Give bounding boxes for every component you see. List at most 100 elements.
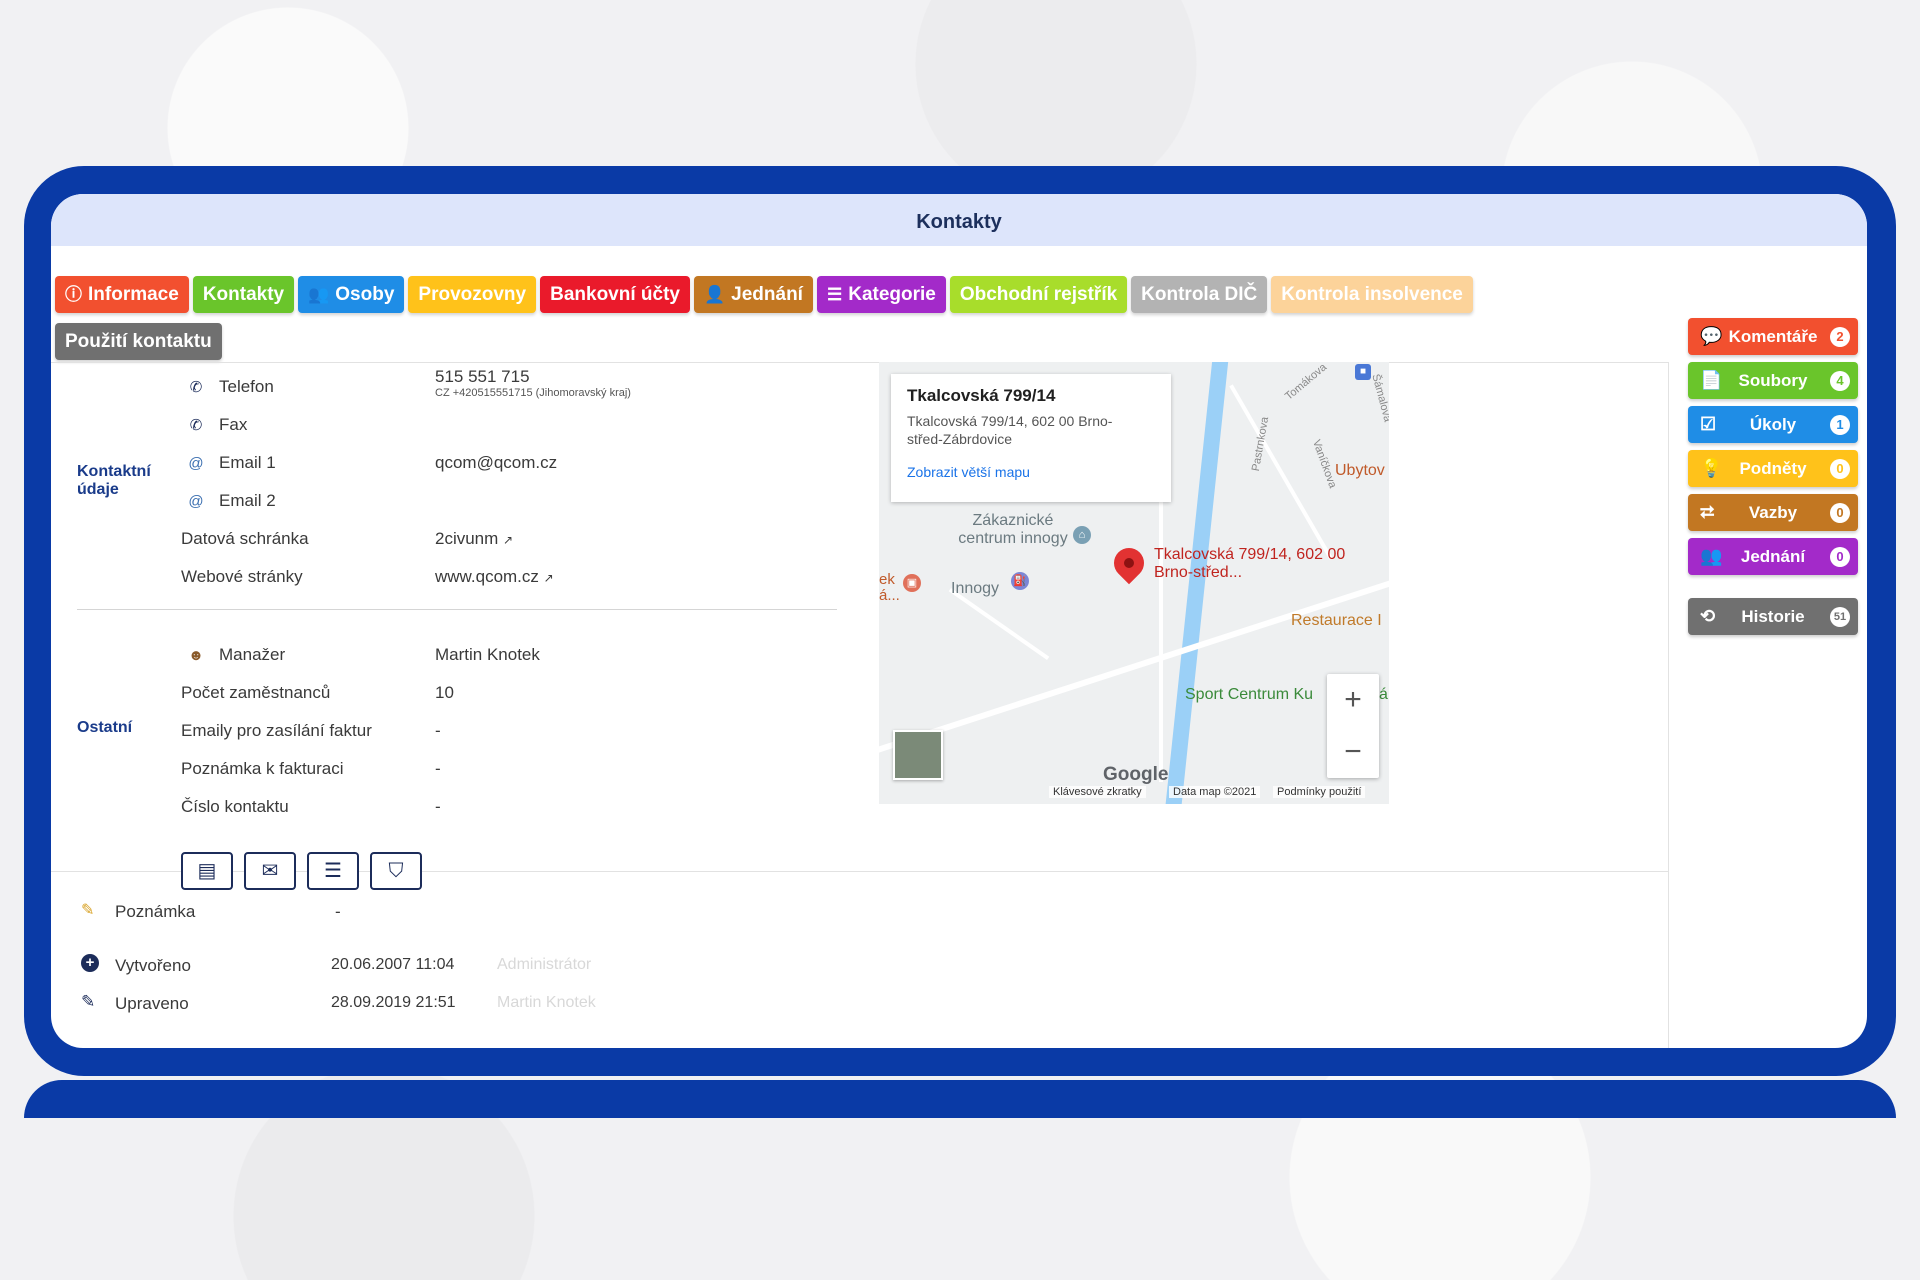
tab-provozovny[interactable]: Provozovny xyxy=(408,276,537,313)
map-label-ubytov: Ubytov xyxy=(1335,462,1385,479)
web-value[interactable]: www.qcom.cz ↗ xyxy=(435,567,554,587)
invoice-note-label: Poznámka k fakturaci xyxy=(181,759,344,778)
tab-informace[interactable]: ⓘ Informace xyxy=(55,276,189,313)
tab-obchodni-rejstrik[interactable]: Obchodní rejstřík xyxy=(949,276,1128,313)
zoom-in-button[interactable]: + xyxy=(1327,674,1379,726)
fax-icon: ✆ xyxy=(189,417,203,434)
zoom-out-button[interactable]: − xyxy=(1327,726,1379,778)
list-icon: ☰ xyxy=(826,285,843,304)
employees-value: 10 xyxy=(435,683,454,702)
web-value-text: www.qcom.cz xyxy=(435,567,539,586)
phone-icon: ✆ xyxy=(189,379,203,396)
info-icon: ⓘ xyxy=(65,285,82,304)
plus-circle-icon: + xyxy=(81,954,99,972)
tab-kontakty[interactable]: Kontakty xyxy=(192,276,295,313)
map-footer-shortcuts[interactable]: Klávesové zkratky xyxy=(1049,786,1146,798)
map-footer-data: Data map ©2021 xyxy=(1169,786,1261,798)
count-badge: 0 xyxy=(1830,503,1850,523)
pencil-icon: ✎ xyxy=(81,992,96,1011)
side-button-podnety[interactable]: 💡 Podněty 0 xyxy=(1688,450,1858,487)
tab-jednani[interactable]: 👤 Jednání xyxy=(693,276,813,313)
tab-label: Informace xyxy=(88,284,179,305)
employees-label: Počet zaměstnanců xyxy=(181,683,331,702)
tab-label: Kategorie xyxy=(848,284,936,305)
tab-bar: ⓘ Informace Kontakty 👥 Osoby Provozovny Bankov… xyxy=(55,276,1615,370)
map-label-zakaznicke: Zákaznické centrum innogy xyxy=(958,512,1068,547)
updated-by: Martin Knotek xyxy=(497,994,596,1011)
map-larger-link[interactable]: Zobrazit větší mapu xyxy=(907,464,1155,480)
map-view[interactable]: Tkalcovská 799/14 Tkalcovská 799/14, 602… xyxy=(879,362,1389,804)
email-icon: @ xyxy=(188,493,204,510)
external-link-icon: ↗ xyxy=(543,571,554,585)
databox-value[interactable]: 2civunm ↗ xyxy=(435,529,513,549)
user-icon: 👤 xyxy=(703,285,726,304)
manager-value: Martin Knotek xyxy=(435,645,540,664)
map-street-samalova: Šámalova xyxy=(1369,372,1389,424)
updated-label: Upraveno xyxy=(115,994,189,1013)
transit-marker-icon[interactable]: ■ xyxy=(1355,364,1371,380)
map-label-restaurace: Restaurace I xyxy=(1291,612,1382,629)
tab-label: Jednání xyxy=(731,284,803,305)
map-footer-terms[interactable]: Podmínky použití xyxy=(1273,786,1366,798)
email1-label: Email 1 xyxy=(219,453,276,472)
tab-kategorie[interactable]: ☰ Kategorie xyxy=(816,276,946,313)
section-label-contact: Kontaktní údaje xyxy=(77,463,151,498)
side-button-ukoly[interactable]: ☑ Úkoly 1 xyxy=(1688,406,1858,443)
count-badge: 0 xyxy=(1830,459,1850,479)
map-info-title: Tkalcovská 799/14 xyxy=(907,386,1056,405)
side-button-komentare[interactable]: 💬 Komentáře 2 xyxy=(1688,318,1858,355)
tab-label: Kontrola insolvence xyxy=(1281,284,1463,305)
road xyxy=(948,587,1050,661)
updated-value: 28.09.2019 21:51 xyxy=(331,994,456,1011)
tab-kontrola-insolvence[interactable]: Kontrola insolvence xyxy=(1271,276,1473,313)
side-button-vazby[interactable]: ⮂ Vazby 0 xyxy=(1688,494,1858,531)
note-icon: ✎ xyxy=(81,902,95,919)
email2-label: Email 2 xyxy=(219,491,276,510)
created-value: 20.06.2007 11:04 xyxy=(331,956,455,973)
record-meta: ✎ Poznámka - + Vytvořeno 20.06.2007 11:0… xyxy=(51,872,1669,1048)
shop-marker-icon[interactable]: ⌂ xyxy=(1073,526,1091,544)
section-divider xyxy=(77,609,837,610)
tab-label: Provozovny xyxy=(418,284,527,305)
location-pin-icon[interactable] xyxy=(1107,541,1151,585)
satellite-toggle[interactable] xyxy=(893,730,943,780)
count-badge: 51 xyxy=(1830,607,1850,627)
invoice-emails-label: Emaily pro zasílání faktur xyxy=(181,721,372,740)
zoom-controls: + − xyxy=(1327,674,1379,778)
side-button-soubory[interactable]: 📄 Soubory 4 xyxy=(1688,362,1858,399)
tab-kontrola-dic[interactable]: Kontrola DIČ xyxy=(1131,276,1268,313)
phone-label: Telefon xyxy=(219,377,274,396)
phone-sub: CZ +420515551715 (Jihomoravský kraj) xyxy=(435,387,631,399)
tab-bankovni-ucty[interactable]: Bankovní účty xyxy=(540,276,690,313)
section-label-other: Ostatní xyxy=(77,719,133,736)
map-label-sport: Sport Centrum Ku xyxy=(1185,686,1314,703)
phone-value[interactable]: 515 551 715 xyxy=(435,367,530,387)
pin-label: Tkalcovská 799/14, 602 00 Brno-střed... xyxy=(1154,546,1346,581)
count-badge: 4 xyxy=(1830,371,1850,391)
invoice-emails-value: - xyxy=(435,721,441,740)
note-value: - xyxy=(335,902,341,921)
tab-label: Kontrola DIČ xyxy=(1141,284,1258,305)
map-label-innogy: Innogy xyxy=(951,580,1000,597)
fuel-marker-icon[interactable]: ⛽ xyxy=(1011,572,1029,590)
tab-label: Bankovní účty xyxy=(550,284,680,305)
google-logo: Google xyxy=(1103,764,1169,785)
hotel-marker-icon[interactable]: ▣ xyxy=(903,574,921,592)
tab-label: Obchodní rejstřík xyxy=(959,284,1118,305)
count-badge: 0 xyxy=(1830,547,1850,567)
tab-pouziti-kontaktu[interactable]: Použití kontaktu xyxy=(55,323,222,360)
users-icon: 👥 xyxy=(308,285,330,304)
count-badge: 1 xyxy=(1830,415,1850,435)
email1-value[interactable]: qcom@qcom.cz xyxy=(435,453,557,473)
road xyxy=(879,575,1389,755)
manager-icon: ☻ xyxy=(188,647,204,664)
side-button-historie[interactable]: ⟲ Historie 51 xyxy=(1688,598,1858,635)
road xyxy=(1229,384,1333,560)
fax-label: Fax xyxy=(219,415,248,434)
river xyxy=(1163,362,1231,804)
databox-value-text: 2civunm xyxy=(435,529,499,548)
email-icon: @ xyxy=(188,455,204,472)
contact-details-panel: Kontaktní údaje ✆ Telefon 515 551 715 CZ… xyxy=(51,362,1669,872)
side-button-jednani[interactable]: 👥 Jednání 0 xyxy=(1688,538,1858,575)
tab-osoby[interactable]: 👥 Osoby xyxy=(298,276,405,313)
